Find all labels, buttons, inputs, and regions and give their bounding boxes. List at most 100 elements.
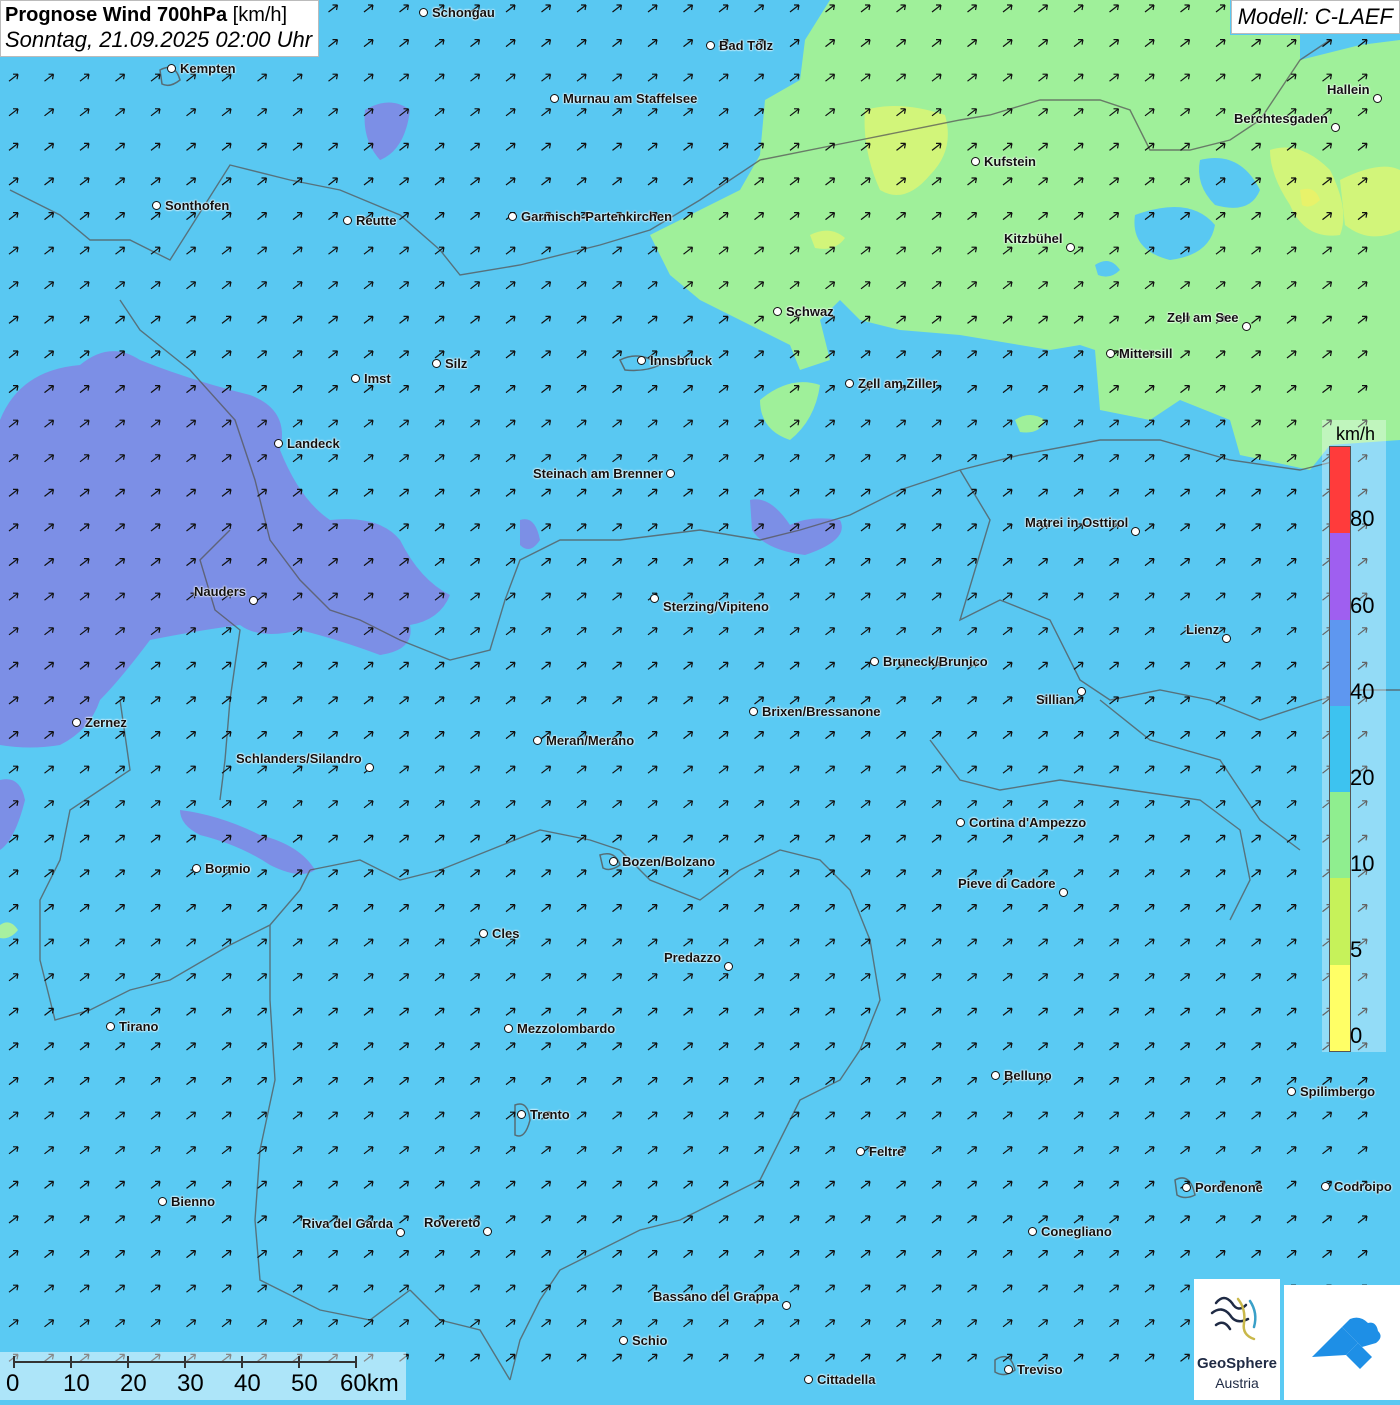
city-label: Mittersill	[1119, 346, 1173, 361]
city-marker	[856, 1147, 865, 1156]
city-label: Treviso	[1017, 1362, 1063, 1377]
city-label: Kufstein	[984, 154, 1036, 169]
legend-label: 20	[1350, 765, 1375, 790]
title-box: Prognose Wind 700hPa [km/h] Sonntag, 21.…	[0, 0, 320, 58]
city-marker	[971, 157, 980, 166]
scale-label: 0	[6, 1370, 20, 1397]
city-marker	[650, 594, 659, 603]
city-label: Schwaz	[786, 304, 834, 319]
city-label: Kempten	[180, 61, 236, 76]
city-label: Pieve di Cadore	[958, 876, 1056, 891]
city-marker	[508, 212, 517, 221]
city-label: Nauders	[194, 584, 247, 599]
legend-color-step	[1330, 447, 1350, 534]
scale-label: 40	[234, 1370, 261, 1397]
legend-color-step	[1330, 533, 1350, 620]
city-label: Sonthofen	[165, 198, 230, 213]
city-marker	[666, 469, 675, 478]
city-label: Lienz	[1186, 622, 1220, 637]
legend-label: 10	[1350, 851, 1375, 876]
legend-label: 5	[1350, 937, 1363, 962]
city-label: Bruneck/Brunico	[883, 654, 988, 669]
legend-label: 0	[1350, 1023, 1363, 1048]
city-marker	[1321, 1182, 1330, 1191]
city-label: Garmisch-Partenkirchen	[521, 209, 673, 224]
city-marker	[152, 201, 161, 210]
city-label: Zernez	[85, 715, 127, 730]
city-label: Spilimbergo	[1300, 1084, 1376, 1099]
city-marker	[1077, 687, 1086, 696]
city-marker	[991, 1071, 1000, 1080]
city-label: Tirano	[119, 1019, 159, 1034]
city-marker	[706, 41, 715, 50]
city-marker	[1066, 243, 1075, 252]
scale-label: 60km	[340, 1370, 399, 1397]
city-marker	[365, 763, 374, 772]
app-logo	[1284, 1285, 1400, 1400]
city-marker	[1287, 1087, 1296, 1096]
city-label: Zell am See	[1167, 310, 1239, 325]
city-marker	[804, 1375, 813, 1384]
scale-label: 20	[120, 1370, 147, 1397]
city-marker	[158, 1197, 167, 1206]
city-marker	[550, 94, 559, 103]
city-marker	[1059, 888, 1068, 897]
city-marker	[249, 596, 258, 605]
model-label: Modell: C-LAEF	[1230, 0, 1400, 34]
city-label: Schio	[632, 1333, 668, 1348]
city-marker	[106, 1022, 115, 1031]
city-label: Bad Tölz	[719, 38, 774, 53]
city-label: Cortina d'Ampezzo	[969, 815, 1087, 830]
city-marker	[432, 359, 441, 368]
legend-color-bar	[1329, 446, 1351, 1052]
scale-label: 50	[291, 1370, 318, 1397]
map-title: Prognose Wind 700hPa	[5, 4, 228, 26]
city-marker	[533, 736, 542, 745]
city-label: Trento	[530, 1107, 570, 1122]
legend-label: 60	[1350, 593, 1375, 618]
city-marker	[72, 718, 81, 727]
city-label: Predazzo	[664, 950, 722, 965]
legend-label: 80	[1350, 506, 1375, 531]
city-marker	[619, 1336, 628, 1345]
city-label: Hallein	[1327, 82, 1370, 97]
legend-color-step	[1330, 878, 1350, 965]
scale-label: 10	[63, 1370, 90, 1397]
city-label: Silz	[445, 356, 468, 371]
city-label: Bassano del Grappa	[653, 1289, 779, 1304]
city-marker	[637, 356, 646, 365]
legend-color-step	[1330, 792, 1350, 879]
city-label: Sillian	[1036, 692, 1075, 707]
city-label: Steinach am Brenner	[533, 466, 664, 481]
city-marker	[167, 64, 176, 73]
city-label: Zell am Ziller	[858, 376, 938, 391]
city-marker	[956, 818, 965, 827]
city-marker	[1131, 527, 1140, 536]
legend-unit: km/h	[1336, 424, 1376, 444]
city-label: Berchtesgaden	[1234, 111, 1328, 126]
city-marker	[1106, 349, 1115, 358]
city-marker	[1028, 1227, 1037, 1236]
city-marker	[773, 307, 782, 316]
city-label: Imst	[364, 371, 391, 386]
city-marker	[724, 962, 733, 971]
city-marker	[1331, 123, 1340, 132]
city-label: Kitzbühel	[1004, 231, 1063, 246]
city-label: Bienno	[171, 1194, 216, 1209]
legend-color-step	[1330, 619, 1350, 706]
city-label: Innsbruck	[650, 353, 713, 368]
forecast-datetime: Sonntag, 21.09.2025 02:00 Uhr	[5, 27, 313, 52]
city-label: Reutte	[356, 213, 397, 228]
city-label: Rovereto	[424, 1215, 481, 1230]
city-label: Pordenone	[1195, 1180, 1263, 1195]
geosphere-sub: Austria	[1215, 1375, 1259, 1391]
city-marker	[845, 379, 854, 388]
city-label: Mezzolombardo	[517, 1021, 616, 1036]
city-marker	[782, 1301, 791, 1310]
city-label: Cles	[492, 926, 520, 941]
legend-color-step	[1330, 705, 1350, 793]
city-marker	[517, 1110, 526, 1119]
city-label: Sterzing/Vipiteno	[663, 599, 769, 614]
city-marker	[479, 929, 488, 938]
city-marker	[1242, 322, 1251, 331]
